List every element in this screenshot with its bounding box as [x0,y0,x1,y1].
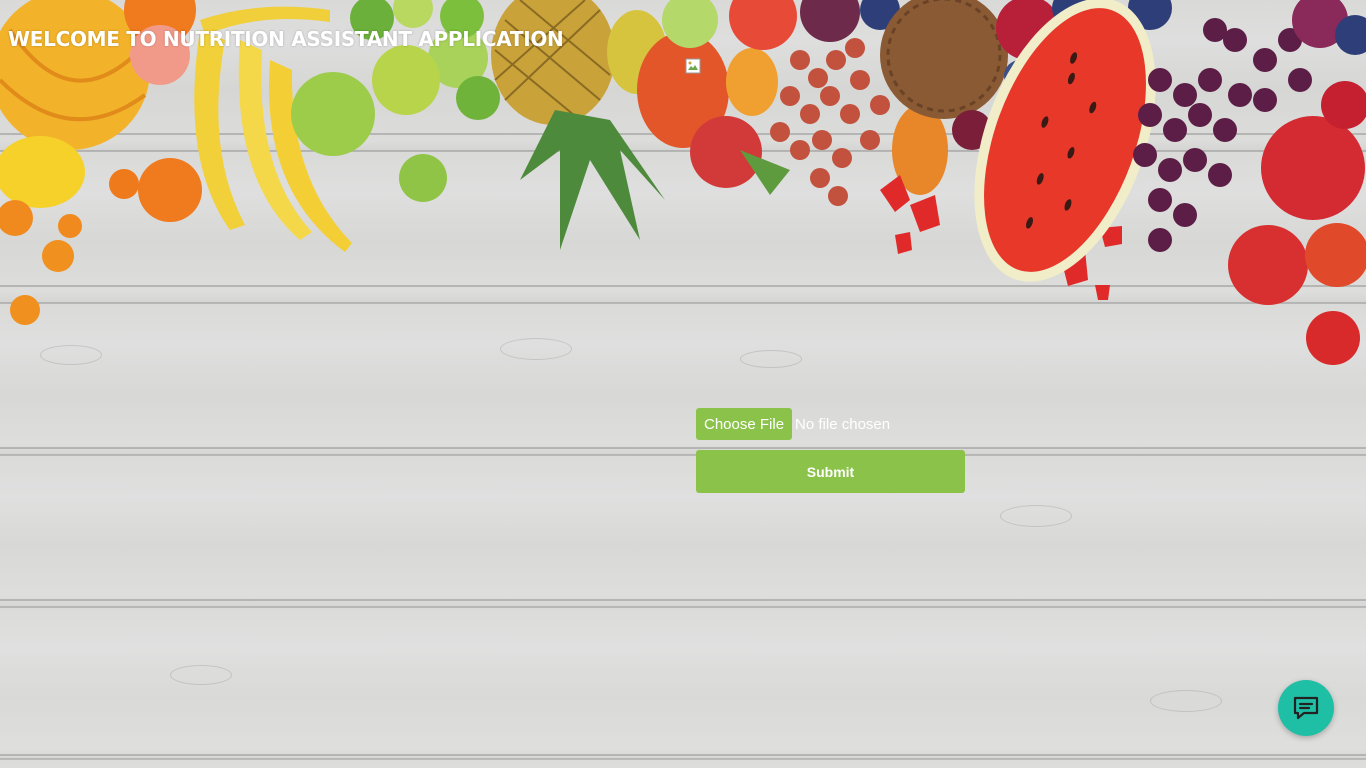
submit-button[interactable]: Submit [696,450,965,493]
plank-seam [0,599,1366,601]
fruits-banner-image [0,0,1366,365]
file-status-text: No file chosen [795,415,891,433]
wood-knot [170,665,232,685]
broken-image-icon [685,58,701,74]
wood-knot [1000,505,1072,527]
file-upload-control[interactable]: Choose File No file chosen [696,408,890,440]
page-background: WELCOME TO NUTRITION ASSISTANT APPLICATI… [0,0,1366,768]
wood-knot [1150,690,1222,712]
plank-seam [0,754,1366,756]
choose-file-button[interactable]: Choose File [696,408,793,440]
plank-seam [0,447,1366,449]
chat-widget-button[interactable] [1278,680,1334,736]
chat-bubble-icon [1293,696,1319,720]
page-title: WELCOME TO NUTRITION ASSISTANT APPLICATI… [8,27,564,51]
